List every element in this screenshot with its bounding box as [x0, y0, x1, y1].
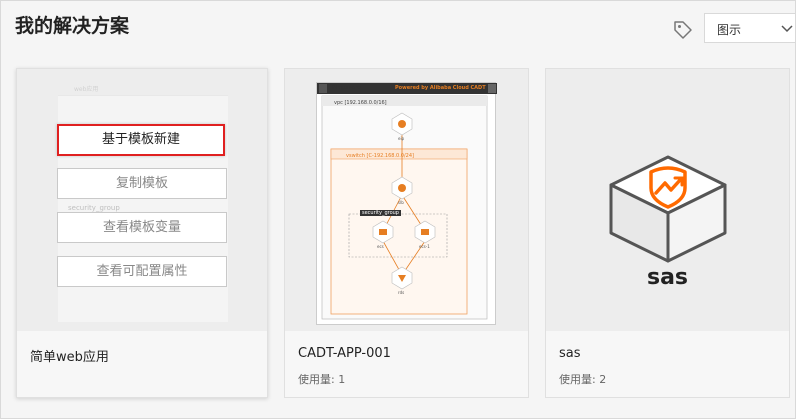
architecture-diagram: Singapore Powered by Alibaba Cloud CADT … — [316, 82, 497, 325]
view-template-variables-button[interactable]: 查看模板变量 — [57, 212, 227, 243]
card-footer: 简单web应用 — [17, 331, 267, 397]
card-usage-count: 使用量: 2 — [559, 373, 607, 386]
card-name[interactable]: sas — [559, 346, 581, 361]
solution-card-web-app[interactable]: web应用 security_group 基于模板新建 复制模板 查看模板变量 … — [16, 68, 268, 398]
diagram-node-label: ecs — [377, 244, 384, 249]
solution-card-cadt-app-001[interactable]: Singapore Powered by Alibaba Cloud CADT … — [284, 68, 529, 398]
diagram-vpc-label: vpc [192.168.0.0/16] — [334, 100, 387, 106]
copy-template-button[interactable]: 复制模板 — [57, 168, 227, 199]
tag-icon[interactable] — [672, 19, 694, 41]
view-mode-select[interactable]: 图示 — [704, 13, 796, 43]
card-footer: sas 使用量: 2 — [546, 331, 789, 397]
diagram-vswitch-label: vswitch [C-192.168.0.0/24] — [346, 153, 414, 159]
card-name[interactable]: CADT-APP-001 — [298, 346, 391, 361]
solution-card-sas[interactable]: sas sas 使用量: 2 — [545, 68, 790, 398]
preview-title: web应用 — [58, 84, 228, 96]
card-name[interactable]: 简单web应用 — [30, 346, 109, 365]
diagram-security-group-label: security_group — [360, 210, 401, 216]
view-mode-value: 图示 — [717, 23, 742, 37]
chevron-down-icon — [781, 25, 793, 33]
diagram-node-label: slb — [398, 200, 404, 205]
sas-shield-logo-icon — [609, 155, 727, 263]
diagram-node-label: rds — [398, 290, 405, 295]
view-configurable-properties-button[interactable]: 查看可配置属性 — [57, 256, 227, 287]
preview-group-label: security_group — [68, 204, 120, 212]
card-thumbnail: sas — [546, 69, 789, 331]
diagram-region-label: Singapore — [332, 85, 361, 91]
faded-diagram-preview: web应用 security_group — [57, 83, 229, 323]
diagram-node-label: eip — [398, 136, 405, 141]
diagram-powered-label: Powered by Alibaba Cloud CADT — [395, 85, 486, 91]
diagram-node-label: ecs-1 — [419, 244, 430, 249]
architecture-diagram-svg — [317, 83, 497, 320]
card-thumbnail: web应用 security_group 基于模板新建 复制模板 查看模板变量 … — [17, 69, 267, 331]
card-footer: CADT-APP-001 使用量: 1 — [285, 331, 528, 397]
page-title: 我的解决方案 — [15, 15, 130, 37]
create-from-template-button[interactable]: 基于模板新建 — [57, 124, 225, 156]
card-usage-count: 使用量: 1 — [298, 373, 346, 386]
card-thumbnail: Singapore Powered by Alibaba Cloud CADT … — [285, 69, 528, 331]
sas-logo-text: sas — [646, 265, 689, 290]
